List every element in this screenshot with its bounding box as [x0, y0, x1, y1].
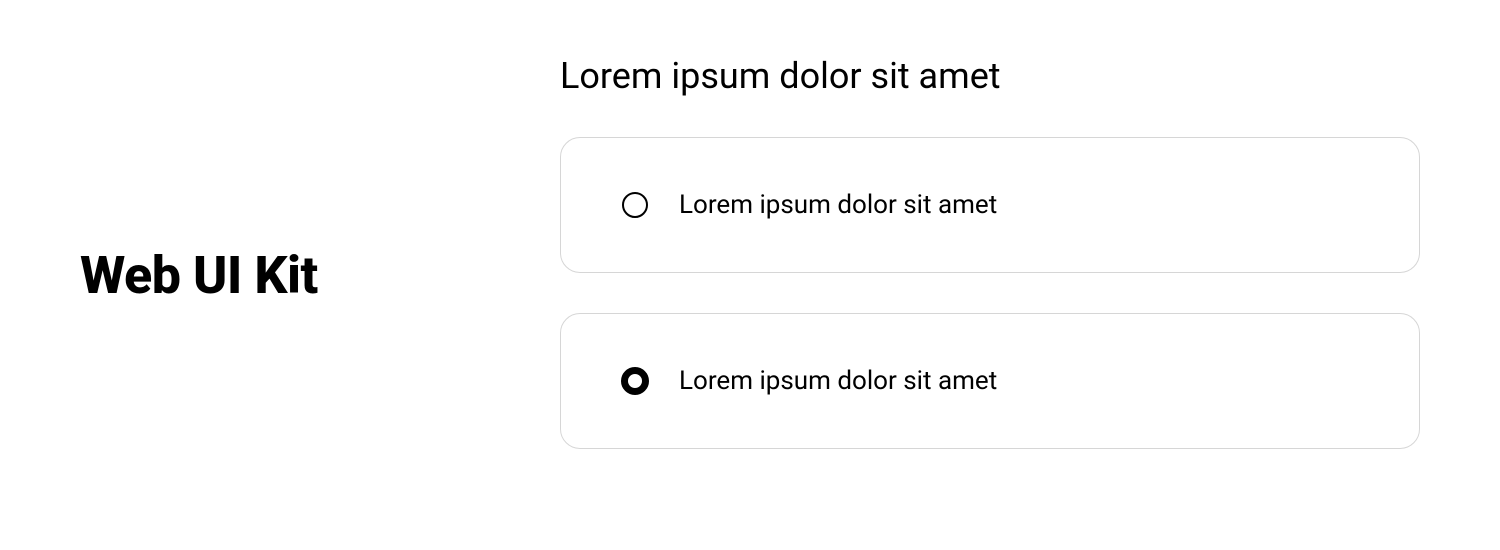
radio-option-label: Lorem ipsum dolor sit amet	[679, 366, 997, 396]
kit-title: Web UI Kit	[80, 245, 318, 306]
radio-checked-icon	[621, 367, 649, 395]
radio-unchecked-icon	[621, 191, 649, 219]
radio-option-2[interactable]: Lorem ipsum dolor sit amet	[560, 313, 1420, 449]
radio-option-1[interactable]: Lorem ipsum dolor sit amet	[560, 137, 1420, 273]
radio-option-label: Lorem ipsum dolor sit amet	[679, 190, 997, 220]
left-panel: Web UI Kit	[0, 245, 560, 306]
section-heading: Lorem ipsum dolor sit amet	[560, 55, 1420, 97]
right-panel: Lorem ipsum dolor sit amet Lorem ipsum d…	[560, 0, 1500, 489]
